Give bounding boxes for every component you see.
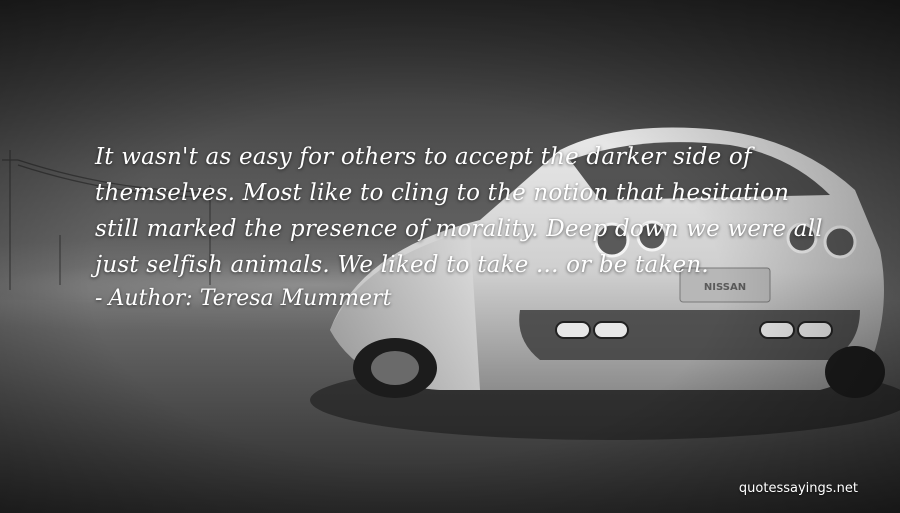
author-label: Author: — [108, 286, 193, 311]
quote-text: It wasn't as easy for others to accept t… — [95, 144, 823, 278]
car-badge: NISSAN — [704, 282, 746, 293]
author-dash: - — [95, 286, 103, 311]
author-line: - Author: Teresa Mummert — [95, 284, 391, 314]
site-watermark: quotessayings.net — [738, 481, 858, 496]
author-name[interactable]: Teresa Mummert — [200, 286, 392, 311]
